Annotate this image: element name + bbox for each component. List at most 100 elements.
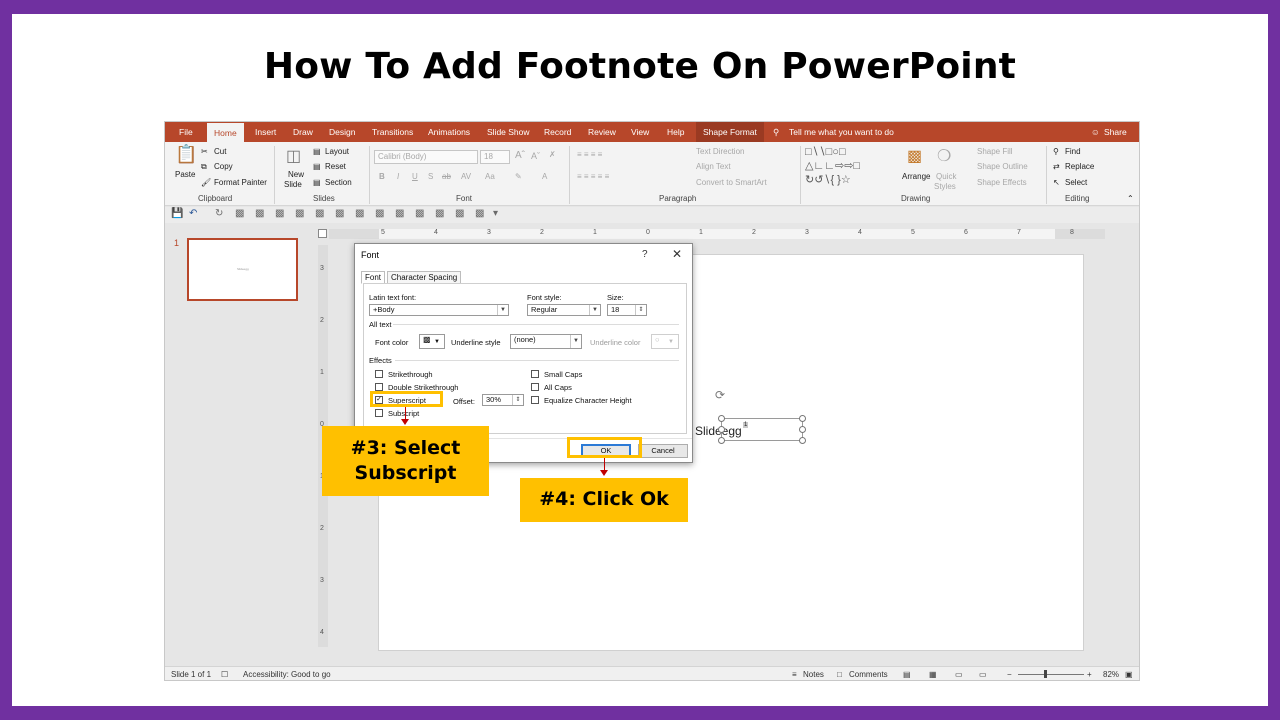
text-direction-button[interactable]: Text Direction (696, 147, 744, 156)
size-stepper[interactable]: 18 ⇕ (607, 304, 647, 316)
arrange-icon[interactable]: ▩ (907, 146, 922, 166)
tell-me-search[interactable]: Tell me what you want to do (789, 122, 894, 142)
spacing-icon[interactable]: AV (461, 172, 471, 181)
fit-to-window-icon[interactable]: ▣ (1125, 670, 1133, 679)
quick-styles-icon[interactable]: ❍ (937, 146, 951, 166)
accessibility-status[interactable]: Accessibility: Good to go (243, 670, 331, 679)
align-icons[interactable]: ≡ ≡ ≡ ≡ ≡ (577, 172, 609, 181)
copy-icon[interactable]: ⧉ (201, 162, 207, 172)
resize-handle[interactable] (799, 415, 806, 422)
shape-outline-button[interactable]: Shape Outline (977, 162, 1028, 171)
smartart-button[interactable]: Convert to SmartArt (696, 178, 767, 187)
tab-file[interactable]: File (179, 122, 193, 142)
bullets-icon[interactable]: ≡ ≡ ≡ ≡ (577, 150, 602, 159)
rotate-handle-icon[interactable]: ⟳ (715, 388, 725, 402)
arrange-button[interactable]: Arrange (902, 172, 930, 181)
qat-icon[interactable]: ▩ (375, 208, 384, 219)
quick-styles-button-line2[interactable]: Styles (934, 182, 956, 191)
share-button[interactable]: Share (1104, 122, 1127, 142)
stepper-arrows-icon[interactable]: ⇕ (635, 305, 646, 315)
slide-thumbnail[interactable]: Slideegg (187, 238, 298, 301)
new-slide-button[interactable]: New (288, 170, 304, 179)
tab-help[interactable]: Help (667, 122, 684, 142)
tab-record[interactable]: Record (544, 122, 571, 142)
zoom-slider[interactable] (1018, 674, 1084, 675)
reading-view-icon[interactable]: ▭ (955, 670, 963, 679)
resize-handle[interactable] (799, 437, 806, 444)
font-size-combo[interactable]: 18 (480, 150, 510, 164)
italic-icon[interactable]: I (397, 172, 399, 181)
cut-button[interactable]: Cut (214, 147, 226, 156)
replace-button[interactable]: Replace (1065, 162, 1094, 171)
qat-icon[interactable]: ▩ (475, 208, 484, 219)
qat-icon[interactable]: ▩ (275, 208, 284, 219)
grow-font-icon[interactable]: Aˆ (515, 150, 525, 161)
tab-transitions[interactable]: Transitions (372, 122, 413, 142)
resize-handle[interactable] (718, 426, 725, 433)
ruler-corner[interactable] (318, 229, 327, 238)
latin-font-select[interactable]: +Body ▼ (369, 304, 509, 316)
copy-button[interactable]: Copy (214, 162, 233, 171)
resize-handle[interactable] (718, 437, 725, 444)
small-caps-checkbox[interactable] (531, 370, 539, 378)
reset-icon[interactable]: ▤ (313, 162, 321, 171)
cursor-icon[interactable]: ↖ (1053, 178, 1060, 187)
zoom-out-icon[interactable]: − (1007, 670, 1012, 679)
customize-qat-icon[interactable]: ▾ (493, 208, 498, 219)
comments-icon[interactable]: □ (837, 670, 842, 679)
qat-icon[interactable]: ▩ (455, 208, 464, 219)
reset-button[interactable]: Reset (325, 162, 346, 171)
paste-icon[interactable]: 📋 (175, 144, 197, 165)
stepper-arrows-icon[interactable]: ⇕ (512, 395, 523, 405)
case-icon[interactable]: Aa (485, 172, 495, 181)
undo-icon[interactable]: ↶ (189, 208, 197, 219)
shape-fill-button[interactable]: Shape Fill (977, 147, 1013, 156)
replace-icon[interactable]: ⇄ (1053, 162, 1060, 171)
qat-icon[interactable]: ▩ (235, 208, 244, 219)
align-text-button[interactable]: Align Text (696, 162, 731, 171)
qat-icon[interactable]: ▩ (415, 208, 424, 219)
qat-icon[interactable]: ▩ (355, 208, 364, 219)
strike-icon[interactable]: ab (442, 172, 451, 181)
tab-insert[interactable]: Insert (255, 122, 276, 142)
new-slide-button-line2[interactable]: Slide (284, 180, 302, 189)
zoom-slider-thumb[interactable] (1044, 670, 1047, 678)
shrink-font-icon[interactable]: Aˇ (531, 151, 540, 161)
underline-icon[interactable]: U (412, 172, 418, 181)
qat-icon[interactable]: ▩ (435, 208, 444, 219)
help-icon[interactable]: ? (642, 249, 648, 260)
bold-icon[interactable]: B (379, 172, 385, 181)
shadow-icon[interactable]: S (428, 172, 433, 181)
tab-shape-format[interactable]: Shape Format (696, 122, 764, 142)
shapes-gallery[interactable]: □∖∖□○□ △∟∟⇨⇨□ ↻↺∖{ }☆ (805, 145, 860, 187)
strikethrough-checkbox[interactable] (375, 370, 383, 378)
qat-icon[interactable]: ▩ (255, 208, 264, 219)
shape-effects-button[interactable]: Shape Effects (977, 178, 1027, 187)
font-name-combo[interactable]: Calibri (Body) (374, 150, 478, 164)
layout-icon[interactable]: ▤ (313, 147, 321, 156)
section-button[interactable]: Section (325, 178, 352, 187)
new-slide-icon[interactable]: ◫ (286, 146, 301, 166)
qat-icon[interactable]: ▩ (395, 208, 404, 219)
resize-handle[interactable] (799, 426, 806, 433)
slideshow-view-icon[interactable]: ▭ (979, 670, 987, 679)
equalize-height-checkbox[interactable] (531, 396, 539, 404)
layout-button[interactable]: Layout (325, 147, 349, 156)
notes-button[interactable]: Notes (803, 670, 824, 679)
search-icon[interactable]: ⚲ (1053, 147, 1059, 156)
brush-icon[interactable]: 🖌 (201, 178, 211, 187)
format-painter-button[interactable]: Format Painter (214, 178, 267, 187)
font-color-picker[interactable]: ▩ ▼ (419, 334, 445, 349)
tab-slide-show[interactable]: Slide Show (487, 122, 530, 142)
tab-home[interactable]: Home (207, 123, 244, 142)
normal-view-icon[interactable]: ▤ (903, 670, 911, 679)
clear-format-icon[interactable]: ✗ (549, 150, 556, 159)
notes-icon[interactable]: ≡ (792, 670, 797, 679)
scissors-icon[interactable]: ✂ (201, 147, 208, 156)
save-icon[interactable]: 💾 (171, 208, 183, 219)
subscript-checkbox[interactable] (375, 409, 383, 417)
font-style-select[interactable]: Regular ▼ (527, 304, 601, 316)
underline-color-picker[interactable]: ○ ▼ (651, 334, 679, 349)
zoom-in-icon[interactable]: + (1087, 670, 1092, 679)
tab-design[interactable]: Design (329, 122, 355, 142)
